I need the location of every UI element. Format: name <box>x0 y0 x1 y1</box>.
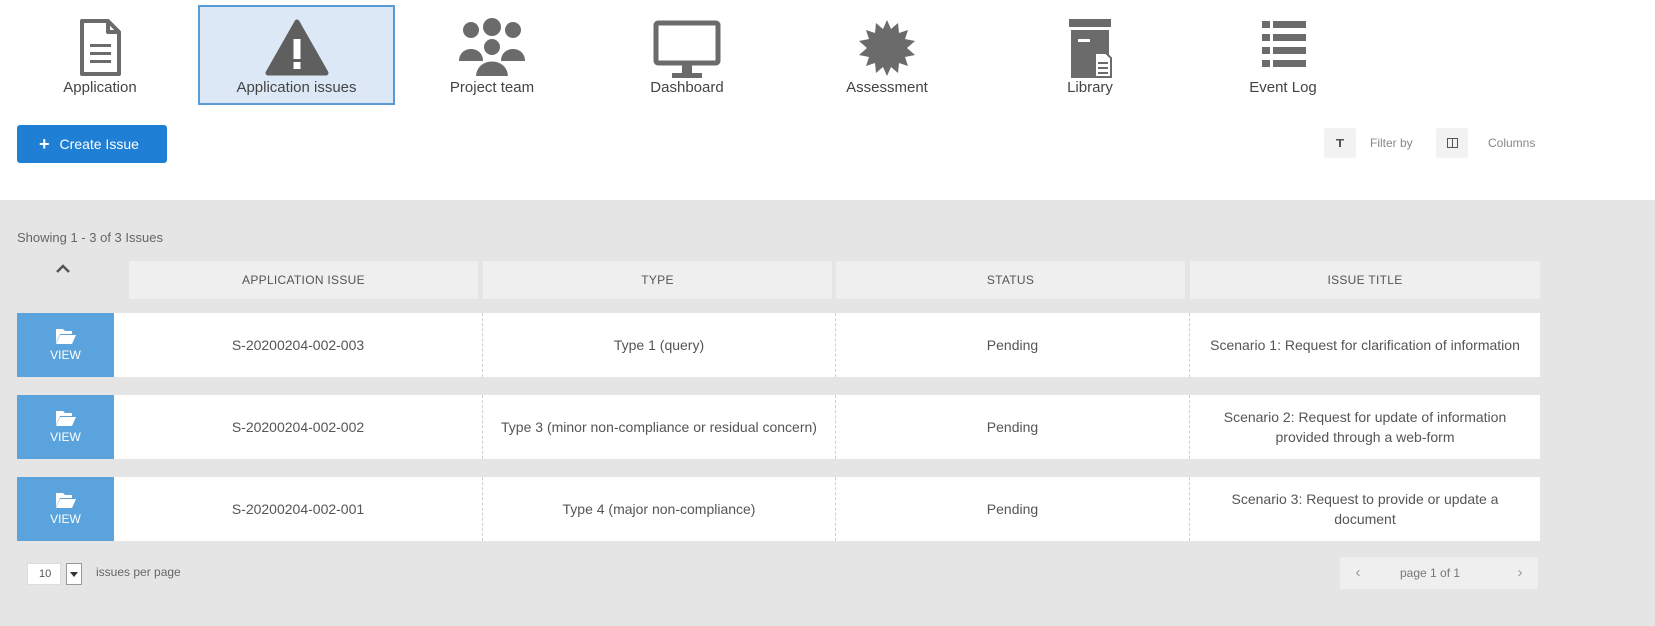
cell-status: Pending <box>835 313 1189 377</box>
nav-item-application-issues[interactable]: Application issues <box>198 5 395 105</box>
nav-label-assessment: Assessment <box>846 79 928 96</box>
columns-label[interactable]: Columns <box>1488 128 1535 158</box>
nav-label-application: Application <box>63 79 137 96</box>
cell-type: Type 4 (major non-compliance) <box>482 477 835 541</box>
cell-issue-title: Scenario 2: Request for update of inform… <box>1189 395 1540 459</box>
col-header-application-issue[interactable]: APPLICATION ISSUE <box>129 261 478 299</box>
nav-item-library[interactable]: Library <box>1025 5 1155 105</box>
cell-issue-title: Scenario 3: Request to provide or update… <box>1189 477 1540 541</box>
next-page-icon[interactable]: › <box>1502 557 1538 589</box>
filter-icon[interactable] <box>1324 128 1356 158</box>
folder-open-icon <box>56 329 76 344</box>
plus-icon: + <box>39 134 50 154</box>
cell-application-issue: S-20200204-002-002 <box>231 419 365 435</box>
cell-status: Pending <box>835 395 1189 459</box>
view-label: VIEW <box>50 348 81 362</box>
filter-by-label[interactable]: Filter by <box>1370 128 1413 158</box>
team-icon <box>457 17 527 79</box>
nav-label-library: Library <box>1067 79 1113 96</box>
view-label: VIEW <box>50 512 81 526</box>
monitor-icon <box>652 17 722 79</box>
nav-item-project-team[interactable]: Project team <box>427 5 557 105</box>
cell-type: Type 3 (minor non-compliance or residual… <box>482 395 835 459</box>
table-row: VIEW S-20200204-002-003 Type 1 (query) P… <box>17 313 1540 377</box>
cell-application-issue: S-20200204-002-001 <box>231 501 365 517</box>
col-header-status[interactable]: STATUS <box>836 261 1185 299</box>
view-button[interactable]: VIEW <box>17 477 114 541</box>
col-header-issue-title[interactable]: ISSUE TITLE <box>1190 261 1540 299</box>
table-row: VIEW S-20200204-002-001 Type 4 (major no… <box>17 477 1540 541</box>
document-icon <box>65 17 135 79</box>
page-indicator: page 1 of 1 <box>1400 566 1461 580</box>
cell-issue-title: Scenario 1: Request for clarification of… <box>1189 313 1540 377</box>
view-button[interactable]: VIEW <box>17 395 114 459</box>
module-nav: Application Application issues Project t <box>0 0 1655 110</box>
folder-open-icon <box>56 411 76 426</box>
nav-label-project-team: Project team <box>449 79 535 96</box>
per-page-dropdown-icon[interactable] <box>66 563 82 585</box>
cell-type: Type 1 (query) <box>482 313 835 377</box>
cell-status: Pending <box>835 477 1189 541</box>
per-page-select[interactable]: 10 <box>27 563 61 585</box>
nav-item-assessment[interactable]: Assessment <box>822 5 952 105</box>
issues-panel: Showing 1 - 3 of 3 Issues APPLICATION IS… <box>0 200 1655 626</box>
warning-icon <box>262 17 332 79</box>
badge-icon <box>852 17 922 79</box>
nav-item-dashboard[interactable]: Dashboard <box>622 5 752 105</box>
create-issue-label: Create Issue <box>59 136 139 152</box>
nav-label-application-issues: Application issues <box>236 79 357 96</box>
cell-application-issue: S-20200204-002-003 <box>231 337 365 353</box>
archive-icon <box>1055 17 1125 79</box>
nav-item-application[interactable]: Application <box>40 5 160 105</box>
pagination: ‹ page 1 of 1 › <box>1340 557 1538 589</box>
col-header-type[interactable]: TYPE <box>483 261 832 299</box>
list-icon <box>1248 17 1318 79</box>
table-row: VIEW S-20200204-002-002 Type 3 (minor no… <box>17 395 1540 459</box>
columns-icon[interactable] <box>1436 128 1468 158</box>
create-issue-button[interactable]: + Create Issue <box>17 125 167 163</box>
nav-label-dashboard: Dashboard <box>650 79 724 96</box>
per-page-label: issues per page <box>96 565 181 579</box>
prev-page-icon[interactable]: ‹ <box>1340 557 1376 589</box>
nav-label-event-log: Event Log <box>1249 79 1317 96</box>
view-label: VIEW <box>50 430 81 444</box>
view-button[interactable]: VIEW <box>17 313 114 377</box>
showing-count: Showing 1 - 3 of 3 Issues <box>17 230 163 245</box>
nav-item-event-log[interactable]: Event Log <box>1218 5 1348 105</box>
folder-open-icon <box>56 493 76 508</box>
collapse-chevron-up-icon[interactable] <box>52 258 74 280</box>
